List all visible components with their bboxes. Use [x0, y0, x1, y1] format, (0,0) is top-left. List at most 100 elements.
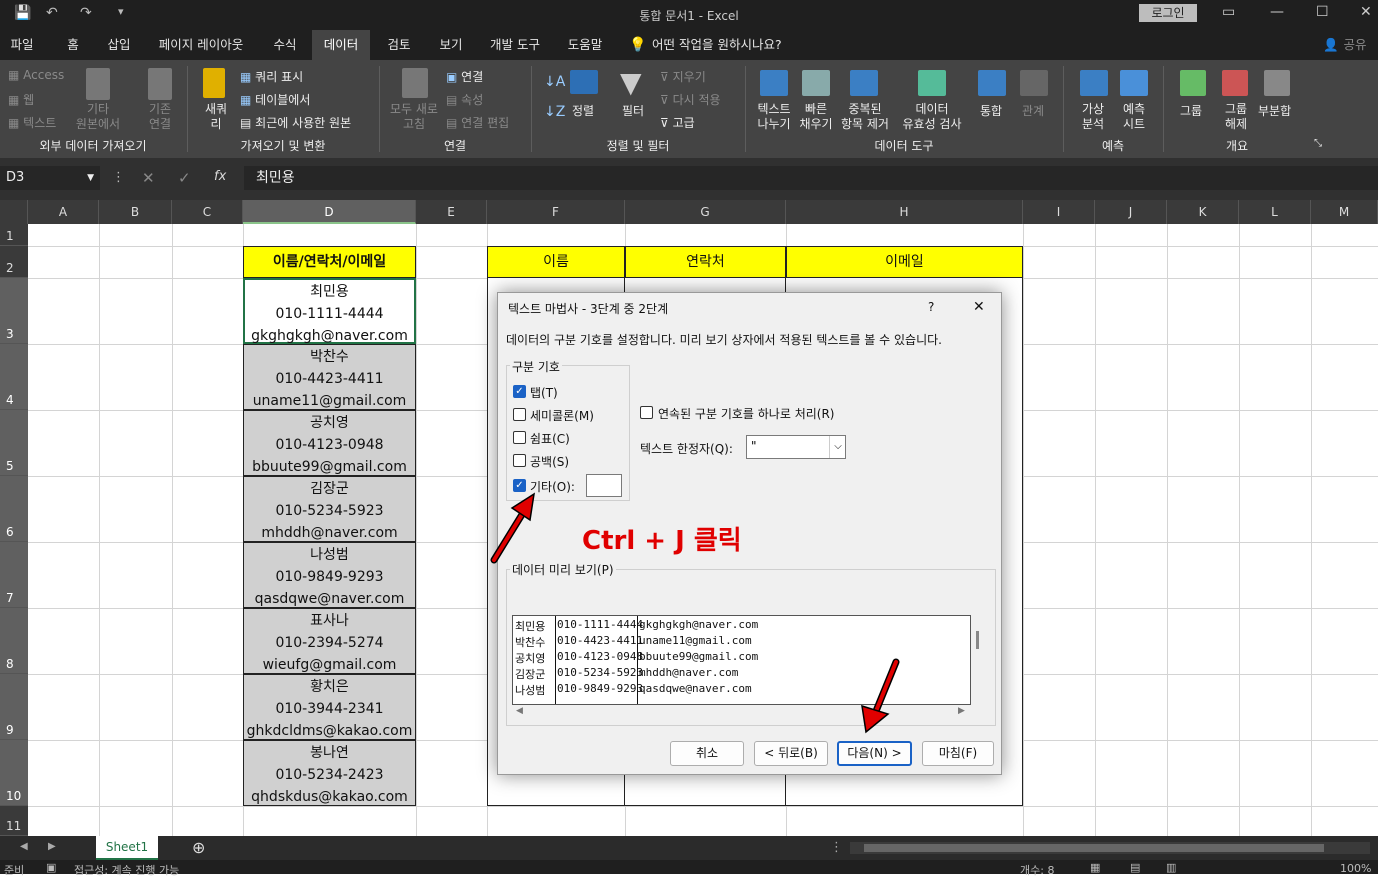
sort-ascending-icon[interactable]: ↓A — [544, 74, 565, 90]
remove-duplicates-button[interactable]: 중복된 항목 제거 — [838, 102, 892, 132]
zoom-level[interactable]: 100% — [1340, 862, 1371, 875]
web-button[interactable]: ▦ 웹 — [8, 91, 34, 108]
scroll-left-icon[interactable]: ◀ — [20, 841, 28, 852]
what-if-analysis-button[interactable]: 가상 분석 — [1070, 102, 1116, 132]
accessibility-status[interactable]: 접근성: 계속 진행 가능 — [74, 862, 179, 878]
column-header-k[interactable]: K — [1167, 200, 1239, 224]
macro-icon[interactable]: ▣ — [46, 861, 56, 874]
column-header-f[interactable]: F — [487, 200, 625, 224]
data-validation-button[interactable]: 데이터 유효성 검사 — [894, 102, 970, 132]
dialog-launcher-icon[interactable]: ⤡ — [1314, 138, 1322, 149]
column-header-h[interactable]: H — [786, 200, 1023, 224]
cell-d5[interactable]: 공치영 010-4123-0948 bbuute99@gmail.com — [243, 410, 416, 476]
cell-d2-header[interactable]: 이름/연락처/이메일 — [243, 246, 416, 278]
tell-me-input[interactable]: 어떤 작업을 원하시나요? — [652, 30, 802, 60]
space-label[interactable]: 공백(S) — [530, 453, 569, 470]
group-button[interactable]: 그룹 — [1180, 102, 1202, 119]
recent-sources-button[interactable]: ▤ 최근에 사용한 원본 — [240, 114, 351, 131]
sheet-tab-sheet1[interactable]: Sheet1 — [96, 836, 158, 860]
consecutive-checkbox[interactable] — [640, 406, 653, 419]
advanced-button[interactable]: ⊽ 고급 — [660, 114, 695, 131]
cell-d8[interactable]: 표사나 010-2394-5274 wieufg@gmail.com — [243, 608, 416, 674]
tab-checkbox[interactable]: ✓ — [513, 385, 526, 398]
access-button[interactable]: ▦ Access — [8, 68, 64, 82]
properties-button[interactable]: ▤ 속성 — [446, 91, 483, 108]
cell-h2-header[interactable]: 이메일 — [786, 246, 1023, 278]
row-header-2[interactable]: 2 — [0, 246, 28, 278]
space-checkbox[interactable] — [513, 454, 526, 467]
column-header-d[interactable]: D — [243, 200, 416, 224]
cancel-button[interactable]: 취소 — [670, 741, 744, 766]
row-header-6[interactable]: 6 — [0, 476, 28, 542]
cell-d9[interactable]: 황치은 010-3944-2341 ghkdcldms@kakao.com — [243, 674, 416, 740]
clear-button[interactable]: ⊽ 지우기 — [660, 68, 706, 85]
existing-connections-button[interactable]: 기존 연결 — [138, 102, 182, 132]
cell-f2-header[interactable]: 이름 — [487, 246, 625, 278]
row-header-3[interactable]: 3 — [0, 278, 28, 344]
scrollbar-thumb[interactable] — [864, 844, 1324, 852]
tab-page-layout[interactable]: 페이지 레이아웃 — [150, 30, 252, 60]
chevron-down-icon[interactable]: ⌵ — [829, 436, 846, 458]
page-break-icon[interactable]: ▥ — [1166, 861, 1176, 874]
tab-help[interactable]: 도움말 — [558, 30, 612, 60]
tab-developer[interactable]: 개발 도구 — [482, 30, 548, 60]
back-button[interactable]: < 뒤로(B) — [754, 741, 828, 766]
column-header-b[interactable]: B — [99, 200, 172, 224]
next-button[interactable]: 다음(N) > — [837, 741, 912, 766]
ribbon-display-icon[interactable]: ▭ — [1222, 4, 1235, 20]
show-query-button[interactable]: ▦ 쿼리 표시 — [240, 68, 303, 85]
cancel-icon[interactable]: ✕ — [142, 169, 155, 187]
text-button[interactable]: ▦ 텍스트 — [8, 114, 56, 131]
cell-g2-header[interactable]: 연락처 — [625, 246, 786, 278]
scroll-right-icon[interactable]: ▶ — [958, 706, 965, 716]
other-sources-button[interactable]: 기타 원본에서 — [70, 102, 126, 132]
forecast-sheet-button[interactable]: 예측 시트 — [1118, 102, 1150, 132]
preview-vscroll-thumb[interactable] — [976, 631, 979, 649]
normal-view-icon[interactable]: ▦ — [1090, 861, 1100, 874]
ungroup-button[interactable]: 그룹 해제 — [1220, 102, 1252, 132]
insert-function-icon[interactable]: fx — [214, 169, 226, 184]
formula-input[interactable]: 최민용 — [244, 166, 1378, 190]
relationships-button[interactable]: 관계 — [1022, 102, 1044, 119]
sort-button[interactable]: 정렬 — [572, 102, 594, 119]
dialog-close-button[interactable]: ✕ — [973, 299, 985, 315]
cell-d4[interactable]: 박찬수 010-4423-4411 uname11@gmail.com — [243, 344, 416, 410]
refresh-all-button[interactable]: 모두 새로 고침 — [386, 102, 442, 132]
row-header-10[interactable]: 10 — [0, 740, 28, 806]
consecutive-label[interactable]: 연속된 구분 기호를 하나로 처리(R) — [658, 405, 834, 422]
comma-label[interactable]: 쉼표(C) — [530, 430, 570, 447]
maximize-icon[interactable]: ☐ — [1316, 4, 1329, 20]
other-delimiter-input[interactable] — [586, 474, 622, 497]
row-header-7[interactable]: 7 — [0, 542, 28, 608]
tab-file[interactable]: 파일 — [0, 30, 44, 60]
select-all[interactable] — [0, 200, 28, 224]
horizontal-scrollbar[interactable] — [850, 842, 1370, 854]
cell-d7[interactable]: 나성범 010-9849-9293 qasdqwe@naver.com — [243, 542, 416, 608]
tab-insert[interactable]: 삽입 — [98, 30, 140, 60]
row-header-11[interactable]: 11 — [0, 806, 28, 836]
page-layout-icon[interactable]: ▤ — [1130, 861, 1140, 874]
column-header-c[interactable]: C — [172, 200, 243, 224]
flash-fill-button[interactable]: 빠른 채우기 — [796, 102, 836, 132]
consolidate-button[interactable]: 통합 — [980, 102, 1002, 119]
comma-checkbox[interactable] — [513, 431, 526, 444]
column-header-l[interactable]: L — [1239, 200, 1311, 224]
column-header-g[interactable]: G — [625, 200, 786, 224]
row-header-9[interactable]: 9 — [0, 674, 28, 740]
column-header-e[interactable]: E — [416, 200, 487, 224]
semicolon-label[interactable]: 세미콜론(M) — [530, 407, 594, 424]
filter-button[interactable]: 필터 — [622, 102, 644, 119]
tab-review[interactable]: 검토 — [378, 30, 420, 60]
qualifier-select[interactable]: " ⌵ — [746, 435, 846, 459]
help-button[interactable]: ? — [928, 300, 934, 314]
column-header-j[interactable]: J — [1095, 200, 1167, 224]
minimize-icon[interactable]: — — [1270, 4, 1284, 20]
sort-descending-icon[interactable]: ↓Z — [544, 104, 565, 120]
finish-button[interactable]: 마침(F) — [922, 741, 994, 766]
tab-home[interactable]: 홈 — [58, 30, 88, 60]
scroll-right-icon[interactable]: ▶ — [48, 841, 56, 852]
from-table-button[interactable]: ▦ 테이블에서 — [240, 91, 310, 108]
cell-d6[interactable]: 김장군 010-5234-5923 mhddh@naver.com — [243, 476, 416, 542]
enter-icon[interactable]: ✓ — [178, 169, 191, 187]
row-header-8[interactable]: 8 — [0, 608, 28, 674]
